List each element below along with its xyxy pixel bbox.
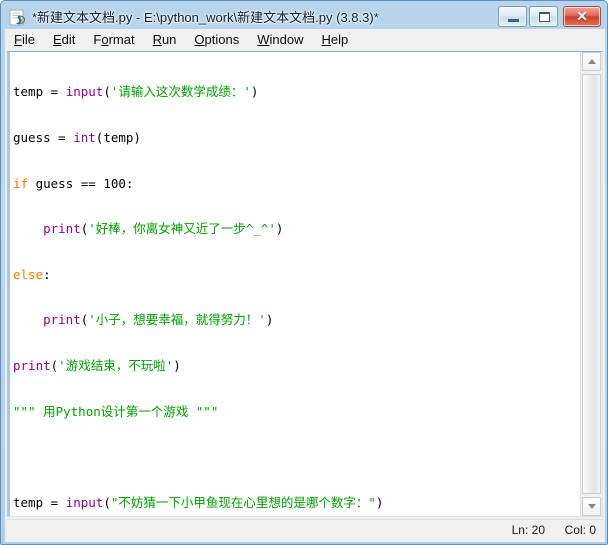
- client-area: File Edit Format Run Options Window Help temp …: [5, 29, 605, 542]
- status-line-number: Ln: 20: [511, 523, 545, 537]
- menu-item-help[interactable]: Help: [313, 29, 358, 51]
- menu-item-options[interactable]: Options: [185, 29, 248, 51]
- scroll-down-icon[interactable]: [582, 497, 601, 516]
- triangle-down-icon: [588, 504, 596, 509]
- code-line: guess = int(temp): [13, 130, 141, 145]
- code-text-area[interactable]: temp = input('请输入这次数学成绩：') guess = int(t…: [10, 52, 580, 516]
- editor-pane: temp = input('请输入这次数学成绩：') guess = int(t…: [7, 51, 603, 517]
- menu-item-file[interactable]: File: [5, 29, 44, 51]
- code-line: print('好棒，你离女神又近了一步^_^'): [43, 221, 284, 237]
- idle-editor-window: *新建文本文档.py - E:\python_work\新建文本文档.py (3…: [0, 0, 608, 545]
- code-line: else:: [13, 266, 51, 282]
- code-line: print('游戏结束，不玩啦'): [13, 357, 181, 373]
- menu-item-window[interactable]: Window: [248, 29, 312, 51]
- minimize-icon: [508, 19, 519, 22]
- window-title: *新建文本文档.py - E:\python_work\新建文本文档.py (3…: [32, 10, 379, 25]
- code-line: temp = input("不妨猜一下小甲鱼现在心里想的是哪个数字："): [13, 494, 384, 510]
- maximize-icon: [539, 12, 550, 22]
- close-button[interactable]: ✕: [563, 6, 601, 27]
- scrollbar-thumb[interactable]: [582, 74, 601, 494]
- minimize-button[interactable]: [498, 6, 527, 27]
- triangle-up-icon: [588, 59, 596, 64]
- status-column-number: Col: 0: [564, 523, 596, 537]
- menu-item-edit[interactable]: Edit: [44, 29, 84, 51]
- status-bar: Ln: 20 Col: 0: [7, 519, 603, 540]
- menu-item-format[interactable]: Format: [84, 29, 143, 51]
- code-line: if guess == 100:: [13, 175, 134, 191]
- maximize-button[interactable]: [529, 6, 558, 27]
- code-line: print('小子，想要幸福，就得努力！'): [43, 312, 274, 328]
- vertical-scrollbar[interactable]: [580, 52, 602, 516]
- close-icon: ✕: [576, 8, 588, 24]
- menu-item-run[interactable]: Run: [144, 29, 186, 51]
- window-frame: *新建文本文档.py - E:\python_work\新建文本文档.py (3…: [1, 1, 607, 544]
- python-idle-icon: [9, 9, 27, 27]
- menu-bar[interactable]: File Edit Format Run Options Window Help: [5, 29, 605, 51]
- code-line: temp = input('请输入这次数学成绩：'): [13, 84, 259, 100]
- scroll-up-icon[interactable]: [582, 52, 601, 71]
- code-line: """ 用Python设计第一个游戏 """: [13, 403, 219, 419]
